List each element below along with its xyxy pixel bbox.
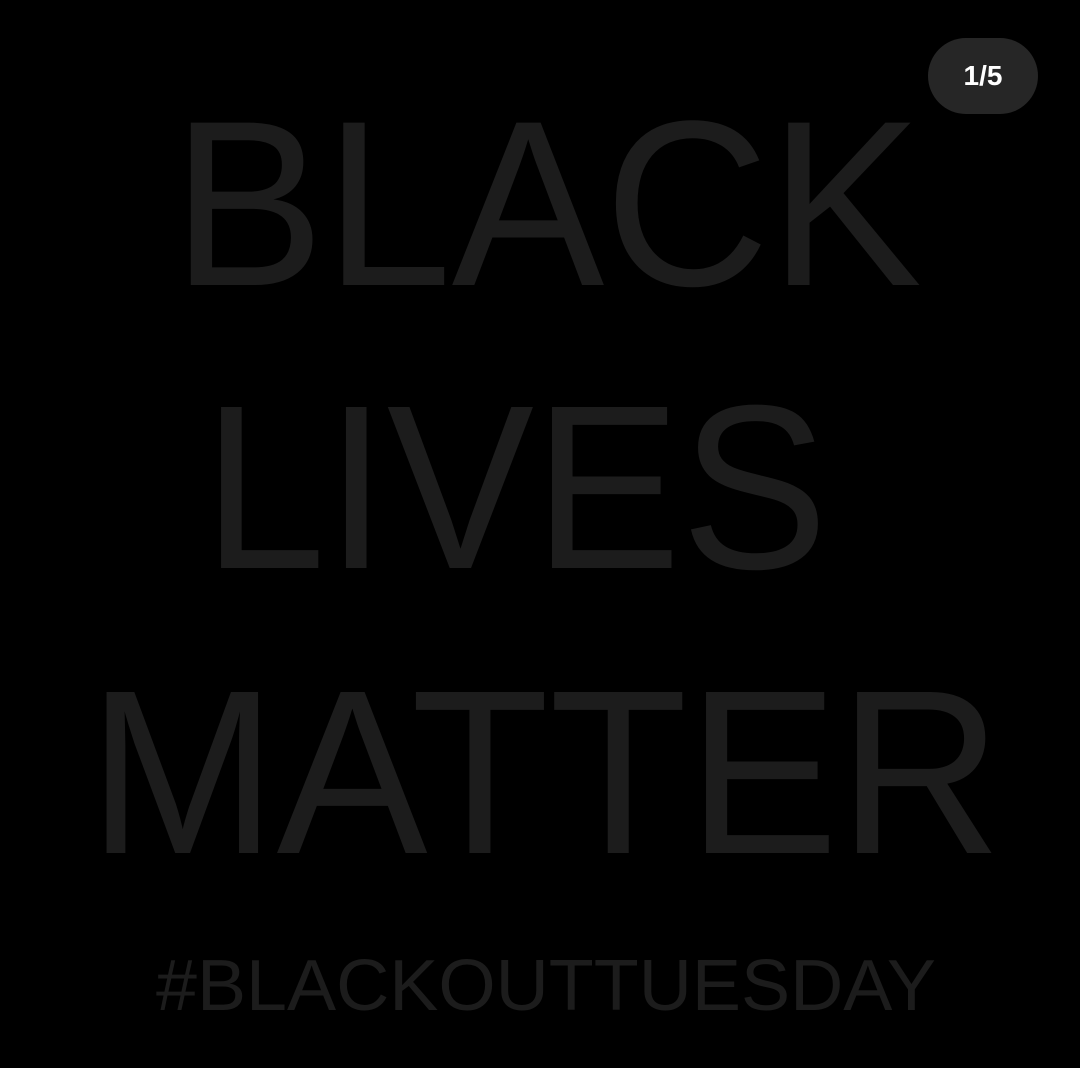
post-image: BLACK LIVES MATTER #BLACKOUTTUESDAY <box>88 72 1002 1026</box>
poster-line-matter: MATTER <box>88 641 1002 903</box>
carousel-counter-text: 1/5 <box>963 60 1003 91</box>
poster-hashtag: #BLACKOUTTUESDAY <box>156 946 936 1026</box>
post-image-viewer[interactable]: BLACK LIVES MATTER #BLACKOUTTUESDAY 1/5 <box>0 0 1080 1068</box>
poster-line-lives: LIVES <box>203 356 828 618</box>
carousel-counter-badge: 1/5 <box>928 38 1038 114</box>
poster-line-black: BLACK <box>172 72 922 336</box>
